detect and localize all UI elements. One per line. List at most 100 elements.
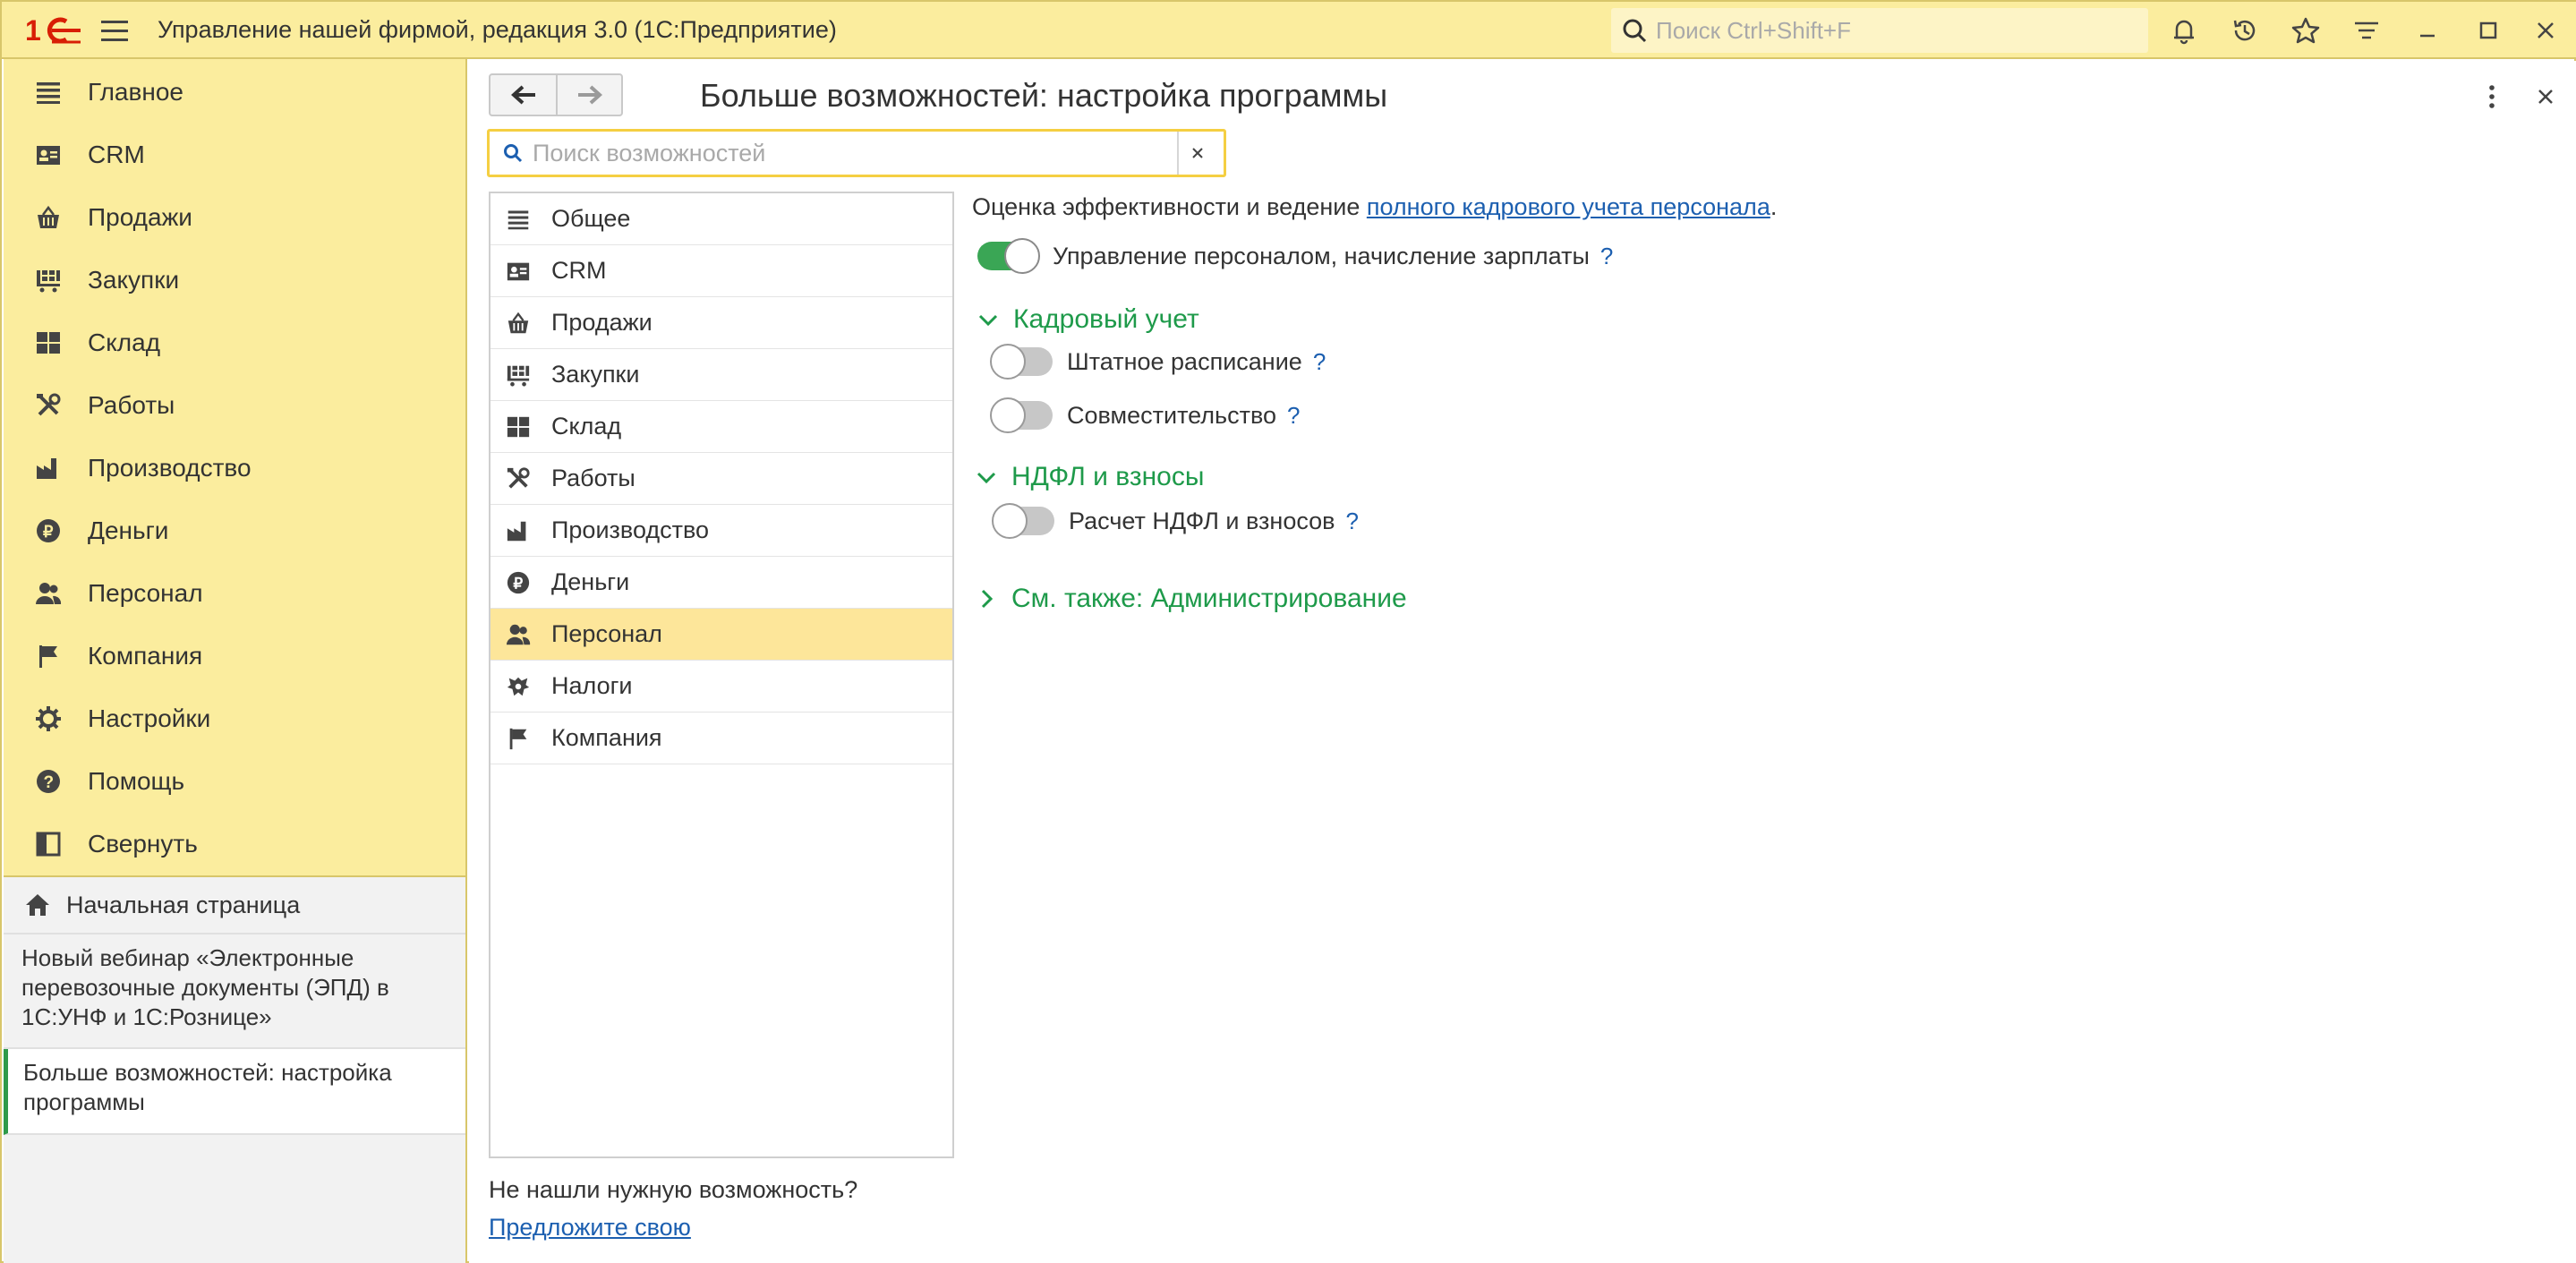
close-icon (2538, 90, 2553, 104)
sidebar-item-label: Главное (88, 78, 183, 106)
part-time-toggle[interactable] (990, 397, 1053, 433)
sidebar-item-label: Продажи (88, 203, 192, 231)
history-button[interactable] (2227, 13, 2263, 48)
section-label: Производство (551, 516, 710, 543)
flag-icon (503, 723, 533, 754)
group-ndfl-contributions-header[interactable]: НДФЛ и взносы (974, 462, 1204, 492)
option-label: Совместительство (1067, 401, 1277, 429)
factory-icon (503, 516, 533, 546)
group-hr-accounting[interactable]: Кадровый учет (976, 304, 1199, 335)
section-label: CRM (551, 257, 607, 284)
help-link[interactable]: ? (1600, 243, 1613, 270)
clear-search-button[interactable] (1177, 132, 1216, 175)
tools-icon (32, 389, 64, 422)
group-title: Кадровый учет (1013, 304, 1199, 334)
option-label: Штатное расписание (1067, 347, 1302, 375)
chevron-right-icon (974, 586, 999, 611)
section-company[interactable]: Компания (490, 713, 952, 764)
app-title: Управление нашей фирмой, редакция 3.0 (1… (158, 16, 837, 43)
help-link[interactable]: ? (1313, 348, 1326, 376)
section-production[interactable]: Производство (490, 505, 952, 557)
sidebar-item-purchases[interactable]: Закупки (4, 249, 465, 311)
star-icon (2291, 17, 2320, 44)
open-window-label: Новый вебинар «Электронные перевозочные … (21, 944, 389, 1030)
minimize-button[interactable] (2410, 13, 2445, 48)
sidebar-item-personnel[interactable]: Персонал (4, 562, 465, 625)
section-warehouse[interactable]: Склад (490, 401, 952, 453)
flag-icon (32, 640, 64, 672)
form-area: Больше возможностей: настройка программы… (469, 61, 2576, 1263)
warehouse-grid-icon (503, 412, 533, 442)
close-icon (1192, 148, 1203, 158)
app-window: 1 Управление нашей фирмой, редакция 3.0 … (0, 0, 2576, 1263)
svg-text:1: 1 (25, 14, 41, 47)
intro-end: . (1770, 193, 1778, 220)
section-purchases[interactable]: Закупки (490, 349, 952, 401)
section-works[interactable]: Работы (490, 453, 952, 505)
favorites-button[interactable] (2288, 13, 2324, 48)
group-see-also-admin[interactable]: См. также: Администрирование (974, 584, 1407, 614)
open-window-item[interactable]: Новый вебинар «Электронные перевозочные … (4, 934, 465, 1049)
section-label: Закупки (551, 361, 640, 388)
section-personnel[interactable]: Персонал (490, 609, 952, 661)
notifications-button[interactable] (2166, 13, 2202, 48)
feature-search-input[interactable] (533, 133, 1177, 173)
sidebar-item-label: Компания (88, 642, 203, 670)
section-crm[interactable]: CRM (490, 245, 952, 297)
sidebar-item-help[interactable]: ? Помощь (4, 750, 465, 813)
open-window-home[interactable]: Начальная страница (4, 877, 465, 934)
forward-button[interactable] (556, 75, 621, 115)
section-label: Налоги (551, 672, 633, 699)
functions-menu-button[interactable] (2349, 13, 2384, 48)
sidebar-item-settings[interactable]: Настройки (4, 687, 465, 750)
sidebar-item-warehouse[interactable]: Склад (4, 311, 465, 374)
maximize-button[interactable] (2470, 13, 2506, 48)
section-money[interactable]: ₽ Деньги (490, 557, 952, 609)
crm-card-icon (32, 139, 64, 171)
sidebar-item-label: Работы (88, 391, 175, 419)
sidebar-item-company[interactable]: Компания (4, 625, 465, 687)
sidebar-item-crm[interactable]: CRM (4, 124, 465, 186)
chevron-down-icon (976, 307, 1001, 332)
suggest-feature-link[interactable]: Предложите свою (489, 1214, 691, 1242)
section-sales[interactable]: Продажи (490, 297, 952, 349)
close-app-button[interactable] (2528, 13, 2563, 48)
global-search-input[interactable] (1656, 11, 2139, 50)
1c-logo-icon: 1 (25, 14, 81, 47)
help-link[interactable]: ? (1346, 508, 1359, 535)
open-window-label: Больше возможностей: настройка программы (23, 1059, 392, 1115)
sidebar-item-production[interactable]: Производство (4, 437, 465, 499)
section-general[interactable]: Общее (490, 193, 952, 245)
feature-search[interactable] (487, 129, 1226, 177)
collapse-panel-icon (32, 828, 64, 860)
sidebar-item-label: Деньги (88, 516, 169, 544)
ruble-icon: ₽ (503, 567, 533, 598)
arrow-left-icon (510, 85, 535, 105)
option-label: Расчет НДФЛ и взносов (1069, 507, 1335, 534)
global-search[interactable] (1611, 8, 2148, 53)
close-form-button[interactable] (2528, 79, 2563, 115)
section-taxes[interactable]: Налоги (490, 661, 952, 713)
sidebar-item-money[interactable]: ₽ Деньги (4, 499, 465, 562)
sidebar-item-label: Склад (88, 329, 161, 356)
hr-payroll-toggle[interactable] (977, 238, 1040, 274)
sidebar-item-collapse[interactable]: Свернуть (4, 813, 465, 875)
sidebar-item-sales[interactable]: Продажи (4, 186, 465, 249)
basket-icon (503, 308, 533, 338)
sidebar-item-works[interactable]: Работы (4, 374, 465, 437)
bell-icon (2174, 20, 2194, 45)
ndfl-calc-toggle[interactable] (992, 503, 1054, 539)
more-actions-button[interactable] (2474, 79, 2510, 115)
section-label: Компания (551, 724, 662, 751)
sidebar-item-main[interactable]: Главное (4, 61, 465, 124)
sidebar-item-label: Настройки (88, 704, 211, 732)
staff-schedule-toggle[interactable] (990, 344, 1053, 380)
sidebar-item-label: Производство (88, 454, 252, 482)
help-link[interactable]: ? (1287, 402, 1300, 430)
main-menu-button[interactable] (98, 14, 131, 47)
back-button[interactable] (490, 75, 556, 115)
history-nav (489, 73, 623, 116)
personnel-accounting-link[interactable]: полного кадрового учета персонала (1367, 193, 1770, 220)
open-window-item-active[interactable]: Больше возможностей: настройка программы (4, 1049, 465, 1135)
page-title: Больше возможностей: настройка программы (700, 77, 1388, 114)
